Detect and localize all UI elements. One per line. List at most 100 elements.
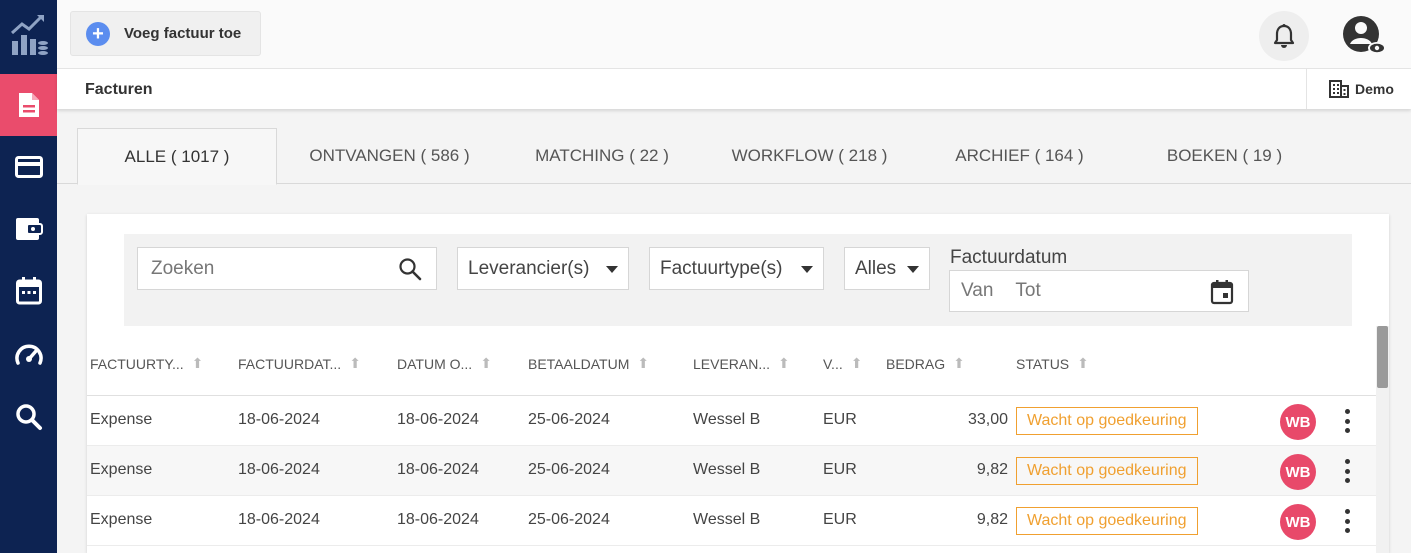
sidebar xyxy=(0,0,57,553)
logo-chart-icon xyxy=(10,14,48,55)
column-header-pay-date[interactable]: BETAALDATUM ⬆ xyxy=(528,355,649,372)
search-box xyxy=(137,247,437,290)
tab-matching[interactable]: MATCHING ( 22 ) xyxy=(512,128,692,184)
more-options-icon[interactable] xyxy=(1337,457,1357,485)
cell-invoice-date: 18-06-2024 xyxy=(238,511,320,528)
column-header-label: DATUM O... xyxy=(397,355,473,372)
cell-pay-date: 25-06-2024 xyxy=(528,461,610,478)
cell-invoice-type: Expense xyxy=(90,461,153,478)
search-icon[interactable] xyxy=(398,257,422,281)
sidebar-item-calendar[interactable] xyxy=(0,260,57,322)
sidebar-item-wallet[interactable] xyxy=(0,198,57,260)
tab-ontvangen[interactable]: ONTVANGEN ( 586 ) xyxy=(287,128,492,184)
column-header-currency[interactable]: V... ⬆ xyxy=(823,355,862,372)
filter-bar: Leverancier(s) Factuurtype(s) Alles Fact… xyxy=(124,234,1352,326)
cell-currency: EUR xyxy=(823,411,857,428)
column-header-invoice-date[interactable]: FACTUURDAT... ⬆ xyxy=(238,355,361,372)
scrollbar-thumb[interactable] xyxy=(1377,326,1388,388)
more-options-icon[interactable] xyxy=(1337,407,1357,435)
sort-arrow-icon: ⬆ xyxy=(191,355,204,371)
add-invoice-button[interactable]: + Voeg factuur toe xyxy=(70,11,261,56)
bell-icon xyxy=(1273,24,1295,48)
supplier-filter-label: Leverancier(s) xyxy=(468,257,590,279)
search-icon xyxy=(15,404,42,430)
invoice-type-filter[interactable]: Factuurtype(s) xyxy=(649,247,824,290)
cell-supplier: Wessel B xyxy=(693,511,761,528)
date-to-field[interactable]: Tot xyxy=(1015,280,1040,302)
sort-arrow-icon: ⬆ xyxy=(953,355,965,371)
all-filter-label: Alles xyxy=(855,257,897,279)
column-header-label: FACTUURDAT... xyxy=(238,355,342,372)
column-header-label: FACTUURTY... xyxy=(90,355,184,372)
plus-icon: + xyxy=(86,21,110,46)
chevron-down-icon xyxy=(606,266,618,273)
page-title: Facturen xyxy=(85,81,153,98)
column-header-label: STATUS xyxy=(1016,355,1070,372)
building-icon xyxy=(1329,80,1349,98)
tenant-switcher[interactable]: Demo xyxy=(1306,69,1411,109)
calendar-icon xyxy=(15,277,42,305)
chevron-down-icon xyxy=(907,266,919,273)
column-header-label: BEDRAG xyxy=(886,355,946,372)
tenant-name: Demo xyxy=(1355,81,1394,97)
column-header-amount[interactable]: BEDRAG ⬆ xyxy=(886,355,965,372)
app-logo[interactable] xyxy=(0,0,57,70)
table-row[interactable]: Expense 18-06-2024 18-06-2024 25-06-2024… xyxy=(87,496,1377,546)
sidebar-item-payments[interactable] xyxy=(0,136,57,198)
sort-arrow-icon: ⬆ xyxy=(480,355,492,371)
sidebar-item-invoices[interactable] xyxy=(0,74,57,136)
sort-arrow-icon: ⬆ xyxy=(778,355,790,371)
search-input[interactable] xyxy=(138,257,388,280)
tab-alle[interactable]: ALLE ( 1017 ) xyxy=(77,128,277,185)
column-header-label: LEVERAN... xyxy=(693,355,771,372)
tab-workflow[interactable]: WORKFLOW ( 218 ) xyxy=(717,128,902,184)
wallet-icon xyxy=(15,218,43,240)
cell-currency: EUR xyxy=(823,461,857,478)
tab-boeken[interactable]: BOEKEN ( 19 ) xyxy=(1132,128,1317,184)
dashboard-icon xyxy=(14,344,43,365)
tab-archief[interactable]: ARCHIEF ( 164 ) xyxy=(927,128,1112,184)
avatar[interactable]: WB xyxy=(1280,504,1316,540)
calendar-icon[interactable] xyxy=(1210,279,1234,305)
supplier-filter[interactable]: Leverancier(s) xyxy=(457,247,629,290)
column-header-date-received[interactable]: DATUM O... ⬆ xyxy=(397,355,492,372)
all-filter[interactable]: Alles xyxy=(844,247,930,290)
avatar[interactable]: WB xyxy=(1280,454,1316,490)
invoice-icon xyxy=(18,93,39,117)
column-header-status[interactable]: STATUS ⬆ xyxy=(1016,355,1089,372)
status-badge[interactable]: Wacht op goedkeuring xyxy=(1016,457,1198,485)
cell-pay-date: 25-06-2024 xyxy=(528,511,610,528)
user-account-icon xyxy=(1343,16,1386,54)
column-header-invoice-type[interactable]: FACTUURTY... ⬆ xyxy=(90,355,203,372)
column-header-label: BETAALDATUM xyxy=(528,355,630,372)
cell-date-received: 18-06-2024 xyxy=(397,511,479,528)
table-row[interactable]: Expense 18-06-2024 18-06-2024 25-06-2024… xyxy=(87,446,1377,496)
sidebar-item-dashboard[interactable] xyxy=(0,324,57,386)
sort-arrow-icon: ⬆ xyxy=(637,355,650,371)
cell-pay-date: 25-06-2024 xyxy=(528,411,610,428)
status-badge[interactable]: Wacht op goedkeuring xyxy=(1016,507,1198,535)
cell-amount: 33,00 xyxy=(967,411,1008,428)
cell-date-received: 18-06-2024 xyxy=(397,411,479,428)
invoice-date-range[interactable]: Van Tot xyxy=(949,270,1249,312)
top-bar: + Voeg factuur toe xyxy=(57,0,1411,69)
cell-supplier: Wessel B xyxy=(693,461,761,478)
table-row[interactable]: Expense 18-06-2024 18-06-2024 25-06-2024… xyxy=(87,396,1377,446)
sort-arrow-icon: ⬆ xyxy=(1077,355,1089,371)
more-options-icon[interactable] xyxy=(1337,507,1357,535)
avatar[interactable]: WB xyxy=(1280,404,1316,440)
sort-arrow-icon: ⬆ xyxy=(349,355,361,371)
table-scrollbar[interactable] xyxy=(1376,326,1389,553)
account-button[interactable] xyxy=(1341,14,1387,60)
add-invoice-label: Voeg factuur toe xyxy=(124,25,242,42)
cell-invoice-type: Expense xyxy=(90,411,153,428)
sidebar-item-search[interactable] xyxy=(0,386,57,448)
date-from-field[interactable]: Van xyxy=(961,280,993,302)
cell-amount: 9,82 xyxy=(976,461,1008,478)
invoice-tabs: ALLE ( 1017 ) ONTVANGEN ( 586 ) MATCHING… xyxy=(57,128,1411,185)
notifications-button[interactable] xyxy=(1259,11,1309,61)
column-header-supplier[interactable]: LEVERAN... ⬆ xyxy=(693,355,790,372)
status-badge[interactable]: Wacht op goedkeuring xyxy=(1016,407,1198,435)
invoice-card: Leverancier(s) Factuurtype(s) Alles Fact… xyxy=(87,214,1389,553)
chevron-down-icon xyxy=(801,266,813,273)
